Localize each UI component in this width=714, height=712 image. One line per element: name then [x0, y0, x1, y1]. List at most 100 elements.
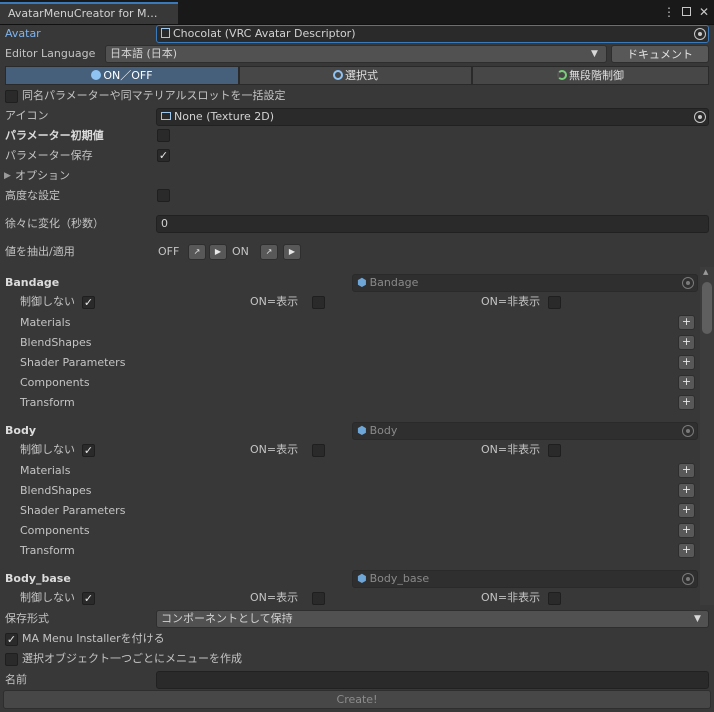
no-control-label: 制御しない	[20, 443, 75, 456]
add-shader-params-button-bandage[interactable]: +	[678, 355, 695, 370]
per-object-checkbox[interactable]	[5, 653, 18, 666]
editor-language-value: 日本語 (日本)	[110, 47, 178, 60]
param-default-checkbox[interactable]	[157, 129, 170, 142]
object-field-body-base: ⬢ Body_base	[352, 570, 698, 588]
sub-transform-bandage[interactable]: Transform	[20, 394, 75, 412]
object-picker-icon	[682, 277, 694, 289]
param-save-checkbox[interactable]: ✓	[157, 149, 170, 162]
add-shader-params-button-body[interactable]: +	[678, 503, 695, 518]
gameobject-icon: ⬢	[357, 276, 367, 289]
object-field-body-value: Body	[369, 424, 398, 437]
sub-blendshapes-bandage[interactable]: BlendShapes	[20, 334, 92, 352]
per-object-label: 選択オブジェクト一つごとにメニューを作成	[22, 652, 242, 665]
add-blendshapes-button-bandage[interactable]: +	[678, 335, 695, 350]
name-input[interactable]	[156, 671, 709, 689]
advanced-checkbox[interactable]	[157, 189, 170, 202]
sub-shader-params-bandage[interactable]: Shader Parameters	[20, 354, 125, 372]
no-control-checkbox-bandage[interactable]: ✓	[82, 296, 95, 309]
on-show-label: ON=表示	[250, 591, 299, 604]
object-name-body-base: Body_base	[5, 572, 71, 585]
add-components-button-bandage[interactable]: +	[678, 375, 695, 390]
extract-on-pick-button[interactable]: ↗	[260, 244, 278, 260]
on-hide-checkbox-body-base[interactable]	[548, 592, 561, 605]
kebab-menu-icon[interactable]: ⋮	[662, 5, 676, 19]
add-transform-button-bandage[interactable]: +	[678, 395, 695, 410]
icon-texture-field[interactable]: None (Texture 2D)	[156, 108, 709, 126]
object-field-bandage: ⬢ Bandage	[352, 274, 698, 292]
options-foldout-label[interactable]: オプション	[15, 167, 70, 185]
mode-onoff-tab[interactable]: ON／OFF	[5, 66, 239, 85]
transition-label: 徐々に変化（秒数）	[5, 217, 104, 230]
on-hide-checkbox-bandage[interactable]	[548, 296, 561, 309]
ma-installer-checkbox[interactable]: ✓	[5, 633, 18, 646]
avatar-descriptor-icon	[161, 28, 170, 38]
documentation-button[interactable]: ドキュメント	[611, 45, 709, 63]
transition-input[interactable]: 0	[156, 215, 709, 233]
close-icon[interactable]: ✕	[697, 5, 711, 19]
no-control-label: 制御しない	[20, 591, 75, 604]
add-materials-button-body[interactable]: +	[678, 463, 695, 478]
no-control-label: 制御しない	[20, 295, 75, 308]
object-field-bandage-value: Bandage	[369, 276, 419, 289]
sub-materials-bandage[interactable]: Materials	[20, 314, 70, 332]
window-tab[interactable]: AvatarMenuCreator for M…	[0, 2, 178, 24]
apply-on-button[interactable]: ▶	[283, 244, 301, 260]
icon-picker-icon[interactable]	[694, 111, 706, 123]
add-transform-button-body[interactable]: +	[678, 543, 695, 558]
chevron-down-icon: ▼	[591, 49, 598, 59]
avatar-picker-icon[interactable]	[694, 28, 706, 40]
avatar-object-field[interactable]: Chocolat (VRC Avatar Descriptor)	[156, 25, 709, 43]
select-icon	[333, 70, 343, 80]
save-format-dropdown[interactable]: コンポーネントとして保持	[156, 610, 709, 628]
add-blendshapes-button-body[interactable]: +	[678, 483, 695, 498]
add-components-button-body[interactable]: +	[678, 523, 695, 538]
sub-transform-body[interactable]: Transform	[20, 542, 75, 560]
apply-off-button[interactable]: ▶	[209, 244, 227, 260]
on-show-checkbox-bandage[interactable]	[312, 296, 325, 309]
param-default-label: パラメーター初期値	[5, 129, 104, 142]
extract-off-pick-button[interactable]: ↗	[188, 244, 206, 260]
object-picker-icon	[682, 425, 694, 437]
chevron-down-icon: ▼	[694, 614, 701, 624]
on-show-checkbox-body-base[interactable]	[312, 592, 325, 605]
sub-components-body[interactable]: Components	[20, 522, 90, 540]
on-hide-label: ON=非表示	[481, 295, 541, 308]
toggle-icon	[91, 70, 102, 80]
bulk-setting-label: 同名パラメーターや同マテリアルスロットを一括設定	[22, 89, 286, 102]
on-hide-checkbox-body[interactable]	[548, 444, 561, 457]
objects-scrollbar-thumb[interactable]	[702, 282, 712, 334]
gameobject-icon: ⬢	[357, 424, 367, 437]
foldout-arrow-icon[interactable]: ▶	[4, 167, 11, 185]
maximize-icon[interactable]	[680, 5, 694, 19]
extract-label: 値を抽出/適用	[5, 245, 75, 258]
object-name-body: Body	[5, 424, 36, 437]
save-format-value: コンポーネントとして保持	[161, 612, 293, 625]
no-control-checkbox-body[interactable]: ✓	[82, 444, 95, 457]
on-hide-label: ON=非表示	[481, 591, 541, 604]
sub-blendshapes-body[interactable]: BlendShapes	[20, 482, 92, 500]
scroll-up-icon[interactable]: ▲	[703, 268, 708, 276]
sub-materials-body[interactable]: Materials	[20, 462, 70, 480]
create-button[interactable]: Create!	[3, 690, 711, 709]
no-control-checkbox-body-base[interactable]: ✓	[82, 592, 95, 605]
extract-on-label: ON	[232, 245, 249, 258]
add-materials-button-bandage[interactable]: +	[678, 315, 695, 330]
object-field-body-base-value: Body_base	[369, 572, 430, 585]
texture-icon	[161, 112, 171, 120]
editor-language-dropdown[interactable]: 日本語 (日本)	[105, 45, 607, 63]
sub-components-bandage[interactable]: Components	[20, 374, 90, 392]
on-hide-label: ON=非表示	[481, 443, 541, 456]
object-picker-icon	[682, 573, 694, 585]
bulk-setting-checkbox[interactable]	[5, 90, 18, 103]
mode-radial-tab[interactable]: 無段階制御	[472, 66, 709, 85]
mode-select-tab[interactable]: 選択式	[239, 66, 472, 85]
on-show-label: ON=表示	[250, 443, 299, 456]
on-show-label: ON=表示	[250, 295, 299, 308]
radial-icon	[557, 70, 567, 80]
mode-radial-label: 無段階制御	[569, 69, 624, 82]
on-show-checkbox-body[interactable]	[312, 444, 325, 457]
mode-select-label: 選択式	[345, 69, 378, 82]
sub-shader-params-body[interactable]: Shader Parameters	[20, 502, 125, 520]
advanced-label: 高度な設定	[5, 189, 60, 202]
save-format-label: 保存形式	[5, 612, 49, 625]
